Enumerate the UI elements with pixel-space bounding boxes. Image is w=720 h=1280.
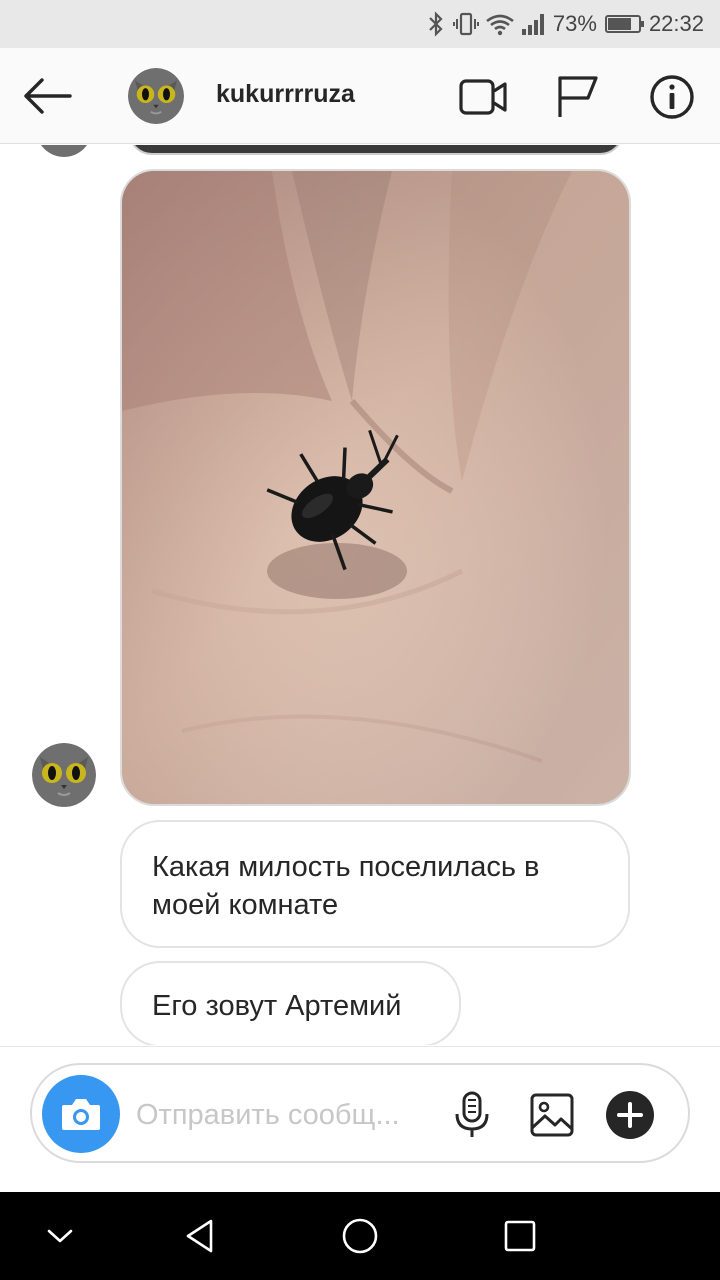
previous-avatar — [34, 145, 94, 157]
chevron-down-icon — [47, 1229, 73, 1243]
vibrate-icon — [452, 10, 479, 38]
nav-recents-button[interactable] — [494, 1210, 546, 1262]
back-button[interactable] — [20, 74, 74, 118]
message-list[interactable]: Какая милость поселилась в моей комнате … — [0, 145, 720, 1045]
square-recents-icon — [504, 1220, 536, 1252]
triangle-back-icon — [186, 1219, 213, 1253]
video-call-icon — [459, 79, 507, 115]
nav-home-button[interactable] — [334, 1210, 386, 1262]
info-icon — [650, 75, 694, 119]
gallery-icon — [530, 1093, 574, 1137]
message-bubble[interactable]: Какая милость поселилась в моей комнате — [120, 820, 630, 948]
battery-icon — [604, 15, 644, 33]
status-bar: 73% 22:32 — [0, 0, 720, 48]
circle-home-icon — [342, 1218, 378, 1254]
status-time: 22:32 — [648, 11, 704, 36]
cat-avatar-image — [128, 68, 184, 124]
info-button[interactable] — [647, 72, 697, 122]
message-composer — [30, 1063, 690, 1163]
battery-fill — [607, 18, 632, 30]
avatar[interactable] — [128, 68, 184, 124]
video-call-button[interactable] — [458, 72, 508, 122]
camera-button[interactable] — [42, 1075, 120, 1153]
cat-avatar-image — [32, 743, 96, 807]
plus-icon — [606, 1091, 654, 1139]
header-username[interactable]: kukurrrruza — [216, 80, 355, 109]
gallery-button[interactable] — [526, 1089, 578, 1141]
message-bubble[interactable]: Его зовут Артемий — [120, 961, 461, 1045]
previous-photo-edge — [128, 145, 624, 155]
photo-beetle-on-palm — [122, 171, 629, 804]
more-options-button[interactable] — [604, 1089, 656, 1141]
flag-button[interactable] — [552, 72, 602, 122]
back-arrow-icon — [24, 78, 72, 114]
battery-percent: 73% — [552, 11, 597, 36]
hide-keyboard-button[interactable] — [34, 1210, 86, 1262]
nav-back-button[interactable] — [174, 1210, 226, 1262]
flag-icon — [558, 76, 598, 117]
chat-header: kukurrrruza — [0, 48, 720, 144]
bluetooth-icon — [425, 10, 447, 38]
message-input[interactable] — [136, 1093, 431, 1137]
system-navigation-bar — [0, 1192, 720, 1280]
camera-icon — [62, 1099, 100, 1130]
wifi-icon — [485, 10, 515, 38]
signal-icon — [521, 10, 547, 38]
microphone-icon — [455, 1091, 489, 1137]
photo-message[interactable] — [120, 169, 631, 806]
voice-message-button[interactable] — [446, 1089, 498, 1141]
composer-area — [0, 1046, 720, 1192]
sender-avatar[interactable] — [32, 743, 96, 807]
